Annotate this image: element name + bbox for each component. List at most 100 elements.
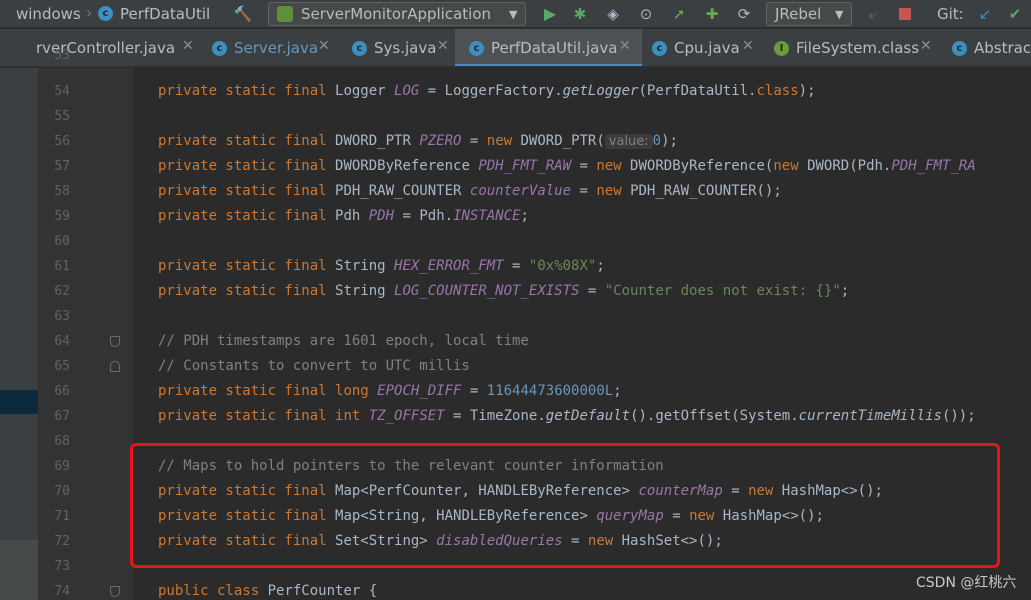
watermark-text: CSDN @红桃六 (916, 575, 1017, 591)
tab-server[interactable]: c Server.java ✕ (200, 29, 336, 66)
code-text: ); (661, 133, 678, 149)
breadcrumb-root[interactable]: windows (16, 4, 81, 24)
code-text: = (503, 258, 529, 274)
field-name: counterValue (469, 183, 572, 199)
close-icon[interactable]: ✕ (619, 38, 631, 54)
type: Logger (335, 83, 386, 99)
code-text: DWORD(Pdh. (798, 158, 892, 174)
line-number: 53 (54, 48, 70, 63)
coverage-icon[interactable]: ◈ (603, 4, 623, 24)
code-line-61: private static final String HEX_ERROR_FM… (158, 254, 605, 279)
type: PerfCounter { (267, 583, 378, 599)
keyword: new (596, 158, 622, 174)
tab-cpu[interactable]: c Cpu.java ✕ (642, 29, 762, 66)
fold-marker-icon[interactable] (110, 336, 120, 347)
line-number: 71 (54, 509, 70, 524)
run-icon[interactable]: ▶ (540, 4, 560, 24)
jrebel-label: JRebel (775, 5, 822, 23)
keyword: private static final (158, 258, 327, 274)
line-number: 67 (54, 409, 70, 424)
keyword: private static final (158, 383, 327, 399)
tab-file-system[interactable]: I FileSystem.class ✕ (762, 29, 944, 66)
line-number: 64 (54, 334, 70, 349)
jrebel-debug-icon[interactable]: ✚ (702, 4, 722, 24)
field-name: PDH (368, 208, 395, 224)
keyword: new (773, 158, 799, 174)
breadcrumb-file[interactable]: PerfDataUtil (120, 4, 210, 24)
type: Pdh (335, 208, 361, 224)
close-icon[interactable]: ✕ (920, 38, 932, 54)
keyword: new (596, 183, 622, 199)
tab-sys[interactable]: c Sys.java ✕ (336, 29, 455, 66)
line-number: 59 (54, 209, 70, 224)
line-number: 68 (54, 434, 70, 449)
class-c-icon: c (652, 41, 667, 56)
run-config-label: ServerMonitorApplication (301, 5, 492, 23)
field-name: LOG (394, 83, 420, 99)
editor-tab-bar: rverController.java ✕ c Server.java ✕ c … (0, 29, 1031, 67)
annotation-highlight-box (130, 443, 1000, 568)
project-selected-row[interactable] (0, 390, 38, 414)
close-icon[interactable]: ✕ (318, 38, 330, 54)
tab-abstract[interactable]: c Abstrac (944, 29, 1031, 66)
code-line-59: private static final Pdh PDH = Pdh.INSTA… (158, 204, 529, 229)
code-line-62: private static final String LOG_COUNTER_… (158, 279, 849, 304)
line-number: 70 (54, 484, 70, 499)
code-line-66: private static final long EPOCH_DIFF = 1… (158, 379, 622, 404)
tab-server-controller[interactable]: rverController.java ✕ (0, 29, 200, 66)
git-update-icon[interactable]: ↙ (975, 4, 995, 24)
build-hammer-icon[interactable]: 🔨 (233, 4, 253, 24)
type: String (335, 258, 386, 274)
line-number: 73 (54, 559, 70, 574)
line-number: 56 (54, 134, 70, 149)
close-icon[interactable]: ✕ (437, 38, 449, 54)
keyword: class (756, 83, 799, 99)
line-number: 55 (54, 109, 70, 124)
fold-marker-icon[interactable] (110, 361, 120, 372)
update-app-icon[interactable]: ⟳ (734, 4, 754, 24)
string-literal: "Counter does not exist: {}" (604, 283, 841, 299)
breadcrumb-separator-icon: › (86, 3, 93, 22)
git-commit-icon[interactable]: ✔ (1005, 4, 1025, 24)
jrebel-run-icon[interactable]: ➚ (669, 4, 689, 24)
tab-label: Cpu.java (674, 39, 740, 57)
field-name: INSTANCE (453, 208, 521, 224)
tab-label: FileSystem.class (796, 39, 920, 57)
spring-app-icon (277, 6, 293, 22)
code-text: = (571, 158, 597, 174)
field-name: PZERO (419, 133, 462, 149)
code-text: = TimeZone. (444, 408, 546, 424)
line-number: 69 (54, 459, 70, 474)
line-number: 57 (54, 159, 70, 174)
code-text: = (461, 383, 487, 399)
code-line-74: public class PerfCounter { (158, 579, 377, 600)
code-line-64: // PDH timestamps are 1601 epoch, local … (158, 333, 529, 349)
fold-marker-icon[interactable] (110, 586, 120, 597)
class-c-icon: c (98, 6, 113, 21)
parameter-hint: value: (604, 134, 653, 149)
field-name: PDH_FMT_RAW (478, 158, 572, 174)
line-number: 65 (54, 359, 70, 374)
type: DWORDByReference (335, 158, 470, 174)
line-number: 74 (54, 584, 70, 599)
code-line-54: private static final Logger LOG = Logger… (158, 79, 816, 104)
code-text: ()); (941, 408, 976, 424)
keyword: private static final (158, 408, 327, 424)
line-number: 62 (54, 284, 70, 299)
class-c-icon: c (952, 41, 967, 56)
close-icon[interactable]: ✕ (182, 38, 194, 54)
jrebel-dropdown[interactable]: JRebel ▼ (766, 2, 852, 26)
code-text: PDH_RAW_COUNTER(); (621, 183, 782, 199)
line-number: 61 (54, 259, 70, 274)
code-text: = LoggerFactory. (419, 83, 563, 99)
rerun-icon[interactable]: ⤶ (863, 4, 883, 24)
debug-icon[interactable]: ✱ (570, 4, 590, 24)
code-line-57: private static final DWORDByReference PD… (158, 154, 976, 179)
tab-perf-data-util[interactable]: c PerfDataUtil.java ✕ (455, 29, 642, 66)
profile-icon[interactable]: ⊙ (636, 4, 656, 24)
run-config-dropdown[interactable]: ServerMonitorApplication ▼ (268, 2, 526, 26)
stop-icon[interactable] (895, 4, 915, 24)
field-name: EPOCH_DIFF (377, 383, 462, 399)
number-literal: 0 (652, 133, 662, 149)
close-icon[interactable]: ✕ (742, 38, 754, 54)
